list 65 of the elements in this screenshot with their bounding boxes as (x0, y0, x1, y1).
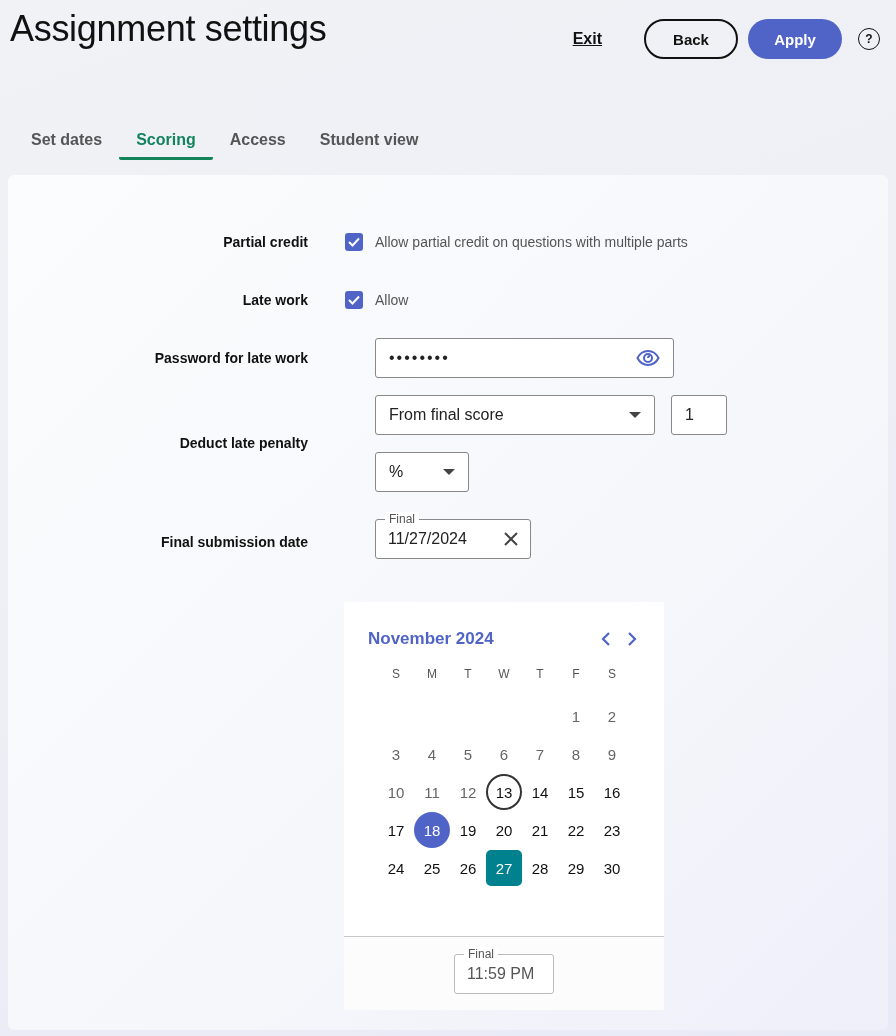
calendar-day[interactable]: 17 (378, 812, 414, 848)
setting-label: Password for late work (154, 348, 308, 368)
weekday-label: T (463, 666, 473, 683)
caret-icon (629, 411, 641, 418)
tab[interactable]: Scoring (119, 122, 213, 160)
calendar-day[interactable]: 19 (450, 812, 486, 848)
tab[interactable]: Access (212, 122, 303, 160)
password-field[interactable]: •••••••• (375, 337, 674, 378)
calendar-day[interactable]: 24 (378, 850, 414, 886)
month-title: November 2024 (368, 629, 494, 649)
clear-icon[interactable] (504, 532, 518, 546)
calendar-day[interactable]: 9 (594, 736, 630, 772)
checkbox-label: Allow partial credit on questions with multiple parts (375, 234, 688, 250)
calendar-day[interactable]: 4 (414, 736, 450, 772)
exit-link[interactable]: Exit (572, 30, 602, 48)
calendar-day[interactable]: 10 (378, 774, 414, 810)
calendar-day[interactable]: 30 (594, 850, 630, 886)
calendar-day[interactable]: 29 (558, 850, 594, 886)
back-button[interactable]: Back (644, 19, 738, 59)
calendar-day[interactable]: 3 (378, 736, 414, 772)
calendar-day[interactable]: 20 (486, 812, 522, 848)
apply-button[interactable]: Apply (748, 19, 842, 59)
calendar-day[interactable]: 13 (486, 774, 522, 810)
calendar-day[interactable]: 23 (594, 812, 630, 848)
calendar-day[interactable]: 7 (522, 736, 558, 772)
eye-icon[interactable] (636, 348, 660, 367)
weekday-label: W (497, 666, 511, 683)
calendar-day[interactable]: 25 (414, 850, 450, 886)
tab[interactable]: Set dates (14, 122, 120, 160)
weekday-label: S (391, 666, 401, 683)
time-field[interactable]: Final 11:59 PM (454, 947, 554, 994)
calendar-day[interactable]: 8 (558, 736, 594, 772)
calendar-day[interactable]: 22 (558, 812, 594, 848)
checkbox[interactable] (345, 233, 363, 251)
calendar-day[interactable]: 2 (594, 698, 630, 734)
penalty-amount-field[interactable]: 1 (671, 394, 727, 435)
penalty-unit-select[interactable]: % (375, 451, 469, 492)
calendar-day[interactable]: 6 (486, 736, 522, 772)
checkbox-label: Allow (375, 292, 409, 308)
weekday-label: M (426, 666, 438, 683)
calendar-day[interactable]: 27 (486, 850, 522, 886)
date-field[interactable]: Final 11/27/2024 (375, 512, 531, 559)
setting-label: Final submission date (160, 533, 308, 552)
setting-label: Late work (242, 291, 308, 310)
calendar-day[interactable]: 15 (558, 774, 594, 810)
calendar-day[interactable]: 14 (522, 774, 558, 810)
setting-label: Partial credit (223, 233, 308, 252)
setting-label: Deduct late penalty (179, 434, 308, 453)
calendar-day[interactable]: 28 (522, 850, 558, 886)
weekday-label: T (535, 666, 545, 683)
calendar-day[interactable]: 5 (450, 736, 486, 772)
tab[interactable]: Student view (302, 122, 436, 160)
page-title: Assignment settings (10, 8, 328, 50)
calendar-day[interactable]: 16 (594, 774, 630, 810)
weekday-label: F (571, 666, 581, 683)
calendar-day[interactable]: 1 (558, 698, 594, 734)
calendar-day[interactable]: 18 (414, 812, 450, 848)
calendar-day[interactable]: 21 (522, 812, 558, 848)
calendar-day[interactable]: 26 (450, 850, 486, 886)
weekday-label: S (607, 666, 617, 683)
calendar-day[interactable]: 11 (414, 774, 450, 810)
checkbox[interactable] (345, 291, 363, 309)
calendar-day[interactable]: 12 (450, 774, 486, 810)
caret-icon (443, 468, 455, 475)
penalty-mode-select[interactable]: From final score (375, 394, 655, 435)
